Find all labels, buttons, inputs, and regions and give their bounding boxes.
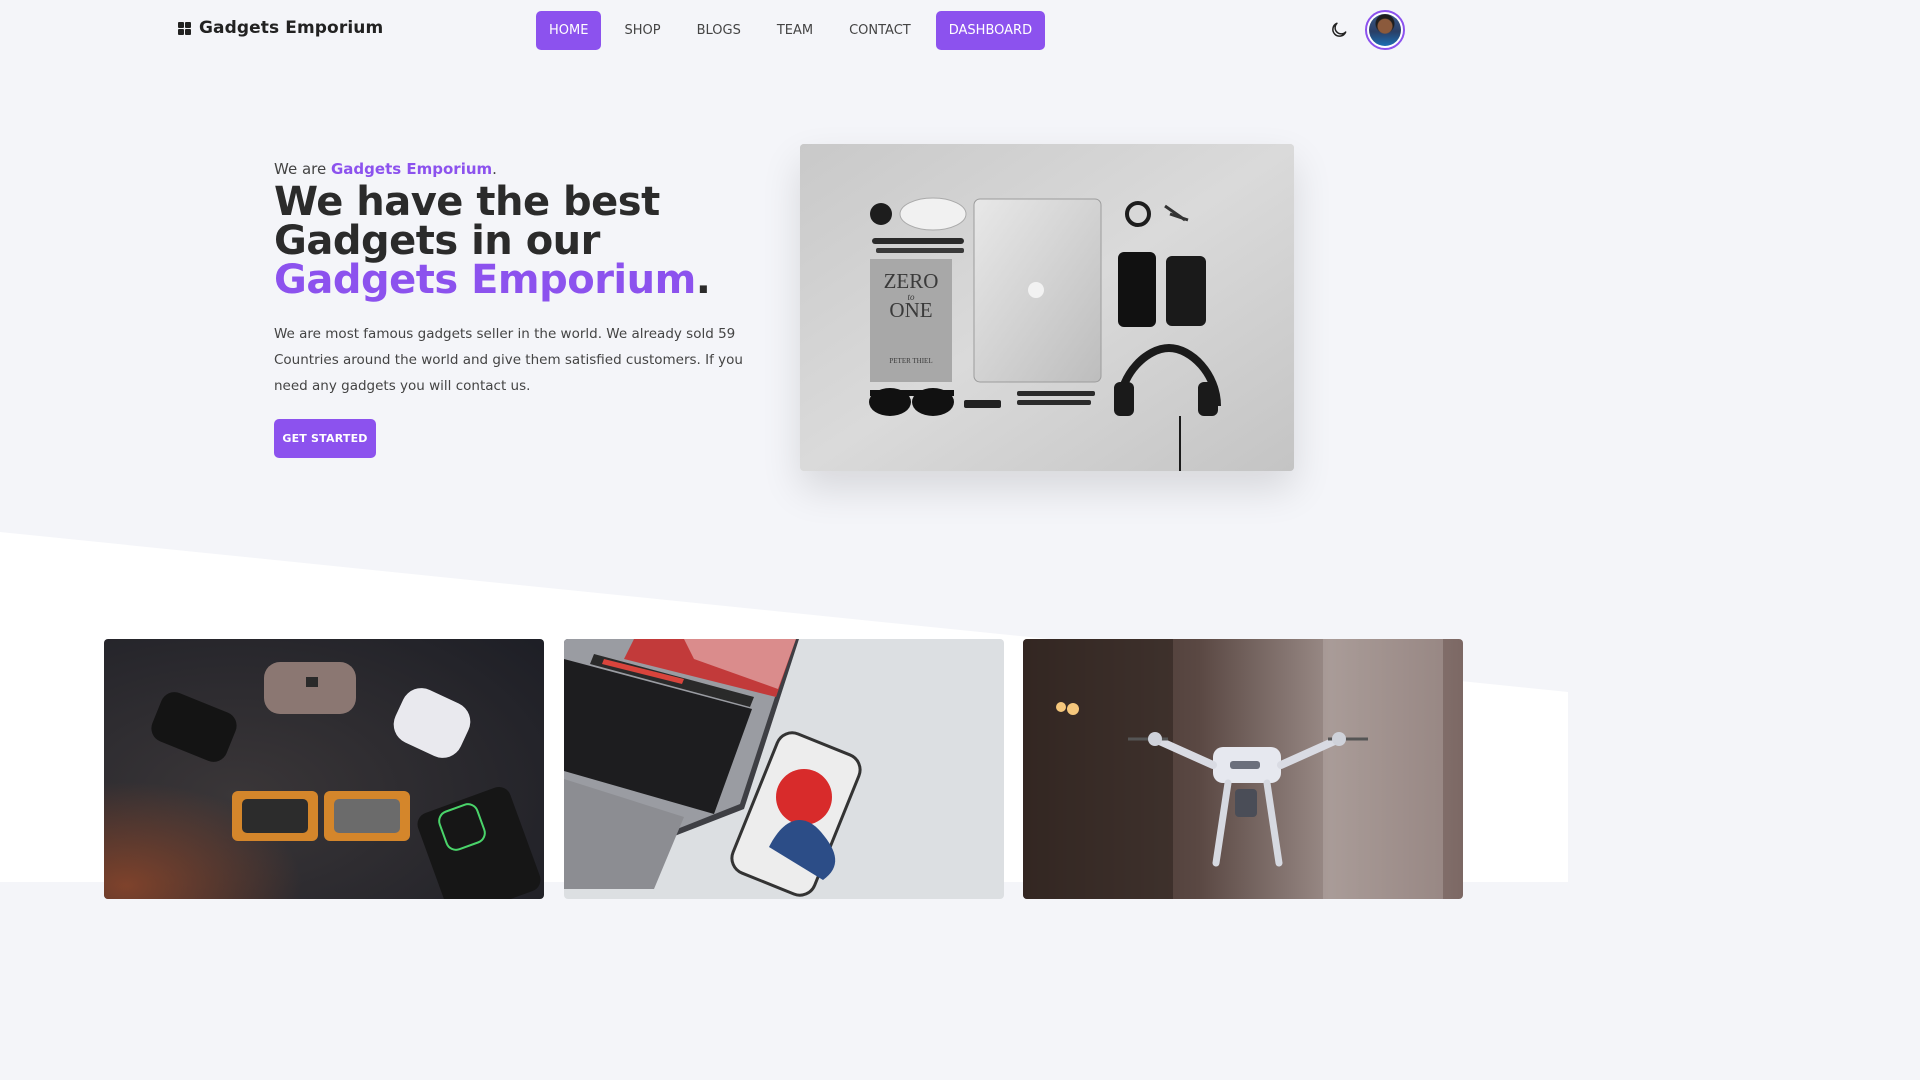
nav-shop[interactable]: SHOP — [611, 11, 673, 50]
site-header: Gadgets Emporium HOME SHOP BLOGS TEAM CO… — [0, 0, 1568, 60]
hero-title-suffix: . — [695, 257, 711, 303]
moon-icon[interactable] — [1329, 20, 1349, 40]
logo-text: Gadgets Emporium — [199, 18, 384, 38]
hero-description: We are most famous gadgets seller in the… — [274, 326, 743, 394]
drone-card[interactable] — [1023, 639, 1463, 899]
nav-contact[interactable]: CONTACT — [836, 11, 924, 50]
book-title-line1: ZERO — [884, 269, 939, 293]
hero-intro-suffix: . — [492, 160, 497, 178]
grid-logo-icon — [178, 21, 191, 35]
hero-title: We have the best Gadgets in our Gadgets … — [274, 182, 794, 303]
nav-team[interactable]: TEAM — [764, 11, 826, 50]
hero-intro-brand: Gadgets Emporium — [330, 160, 493, 178]
main-nav: HOME SHOP BLOGS TEAM CONTACT DASHBOARD — [536, 11, 1055, 50]
earbuds-card[interactable] — [104, 639, 544, 899]
nav-blogs[interactable]: BLOGS — [684, 11, 754, 50]
user-avatar-icon — [1369, 14, 1401, 46]
laptop-phone-card[interactable] — [564, 639, 1004, 899]
hero-intro: We are Gadgets Emporium. — [274, 160, 497, 178]
nav-home[interactable]: HOME — [536, 11, 602, 50]
hero-title-accent: Gadgets Emporium — [274, 257, 696, 303]
hero-title-main: We have the best Gadgets in our — [274, 179, 660, 264]
hero-gadgets-image: ZERO to ONE PETER THIEL — [800, 144, 1294, 471]
book-author: PETER THIEL — [889, 357, 932, 365]
book-title-line3: ONE — [889, 298, 932, 322]
hero-intro-prefix: We are — [274, 160, 331, 178]
avatar[interactable] — [1365, 10, 1405, 50]
logo[interactable]: Gadgets Emporium — [178, 18, 383, 38]
get-started-button[interactable]: GET STARTED — [274, 419, 376, 458]
dashboard-button[interactable]: DASHBOARD — [935, 11, 1046, 50]
